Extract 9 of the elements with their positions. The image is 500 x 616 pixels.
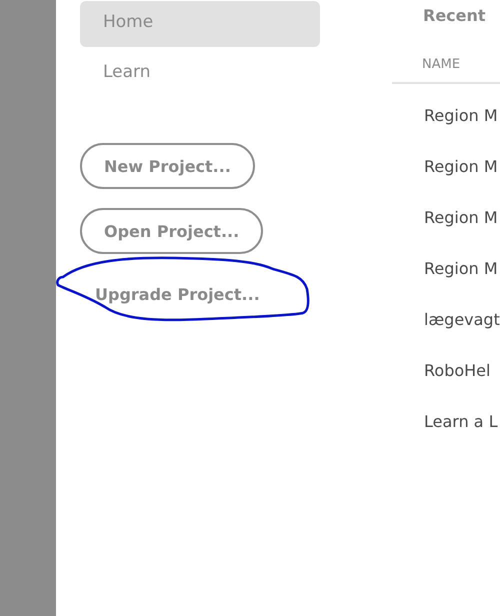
section-title: Recent	[422, 6, 487, 27]
column-header: NAME	[422, 57, 460, 72]
project-name[interactable]: Learn a L	[424, 412, 498, 431]
project-name[interactable]: lægevagt	[424, 310, 500, 329]
project-name[interactable]: Region M	[424, 157, 498, 176]
project-name[interactable]: Region M	[424, 259, 498, 278]
project-name[interactable]: Region M	[424, 106, 498, 125]
project-name[interactable]: Region M	[424, 208, 498, 227]
project-name[interactable]: RoboHel	[424, 361, 490, 380]
